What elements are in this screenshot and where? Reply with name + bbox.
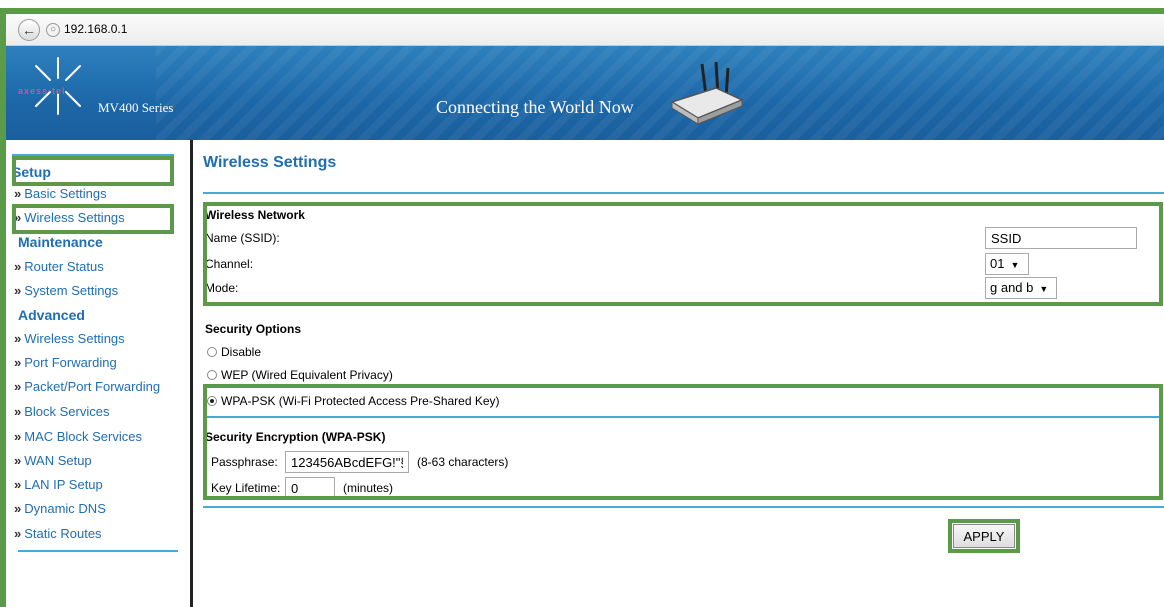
security-option-wep[interactable]: WEP (Wired Equivalent Privacy) (207, 368, 393, 382)
sidebar-item-wan-setup[interactable]: » WAN Setup (14, 453, 92, 468)
highlight-box-setup (12, 156, 174, 186)
main-content: Wireless Settings Wireless Network Name … (193, 140, 1164, 607)
chevron-right-icon: » (14, 259, 22, 274)
globe-icon: ○ (46, 23, 60, 37)
highlight-box-wireless-settings (12, 204, 174, 234)
sidebar-item-system-settings[interactable]: » System Settings (14, 283, 118, 298)
radio-button[interactable] (207, 370, 217, 380)
chevron-right-icon: » (14, 379, 22, 394)
sidebar-item-packet-port-forwarding[interactable]: » Packet/Port Forwarding (14, 379, 160, 394)
sidebar-item-static-routes[interactable]: » Static Routes (14, 526, 102, 541)
page-title: Wireless Settings (203, 154, 337, 171)
apply-button[interactable]: APPLY (953, 524, 1015, 548)
chevron-right-icon: » (14, 331, 22, 346)
sidebar-item-advanced-wireless-settings[interactable]: » Wireless Settings (14, 331, 125, 346)
brand-logo-text: axess·tel (18, 86, 66, 96)
highlight-box-wireless-network (203, 202, 1163, 306)
sidebar-item-port-forwarding[interactable]: » Port Forwarding (14, 355, 117, 370)
footer-rule (203, 506, 1164, 508)
back-arrow-icon[interactable]: ← (18, 19, 40, 41)
sidebar-item-dynamic-dns[interactable]: » Dynamic DNS (14, 501, 106, 516)
router-image-icon (670, 61, 744, 125)
chevron-right-icon: » (14, 429, 22, 444)
sidebar-item-basic-settings[interactable]: » Basic Settings (14, 186, 107, 201)
highlight-box-wpa-section (203, 384, 1163, 500)
sidebar-item-lan-ip-setup[interactable]: » LAN IP Setup (14, 477, 103, 492)
security-option-disable[interactable]: Disable (207, 345, 261, 359)
url-text[interactable]: 192.168.0.1 (64, 22, 127, 36)
chevron-right-icon: » (14, 404, 22, 419)
sidebar-item-block-services[interactable]: » Block Services (14, 404, 109, 419)
title-rule (203, 192, 1164, 194)
sidebar-item-router-status[interactable]: » Router Status (14, 259, 104, 274)
chevron-right-icon: » (14, 186, 22, 201)
sidebar-heading-advanced: Advanced (18, 307, 85, 323)
sidebar-heading-maintenance: Maintenance (18, 234, 103, 250)
sidebar-item-mac-block-services[interactable]: » MAC Block Services (14, 429, 142, 444)
banner-tagline: Connecting the World Now (436, 97, 634, 117)
chevron-right-icon: » (14, 453, 22, 468)
chevron-right-icon: » (14, 477, 22, 492)
chevron-right-icon: » (14, 355, 22, 370)
radio-button[interactable] (207, 347, 217, 357)
browser-address-bar: ← ○ 192.168.0.1 (6, 14, 1164, 46)
header-banner: axess·tel MV400 Series Connecting the Wo… (6, 46, 1164, 140)
series-label: MV400 Series (98, 100, 174, 115)
chevron-right-icon: » (14, 283, 22, 298)
sidebar-bottom-rule (18, 550, 178, 552)
sidebar: Setup » Basic Settings » Wireless Settings… (6, 140, 190, 607)
chevron-right-icon: » (14, 501, 22, 516)
security-options-heading: Security Options (205, 322, 302, 336)
chevron-right-icon: » (14, 526, 22, 541)
